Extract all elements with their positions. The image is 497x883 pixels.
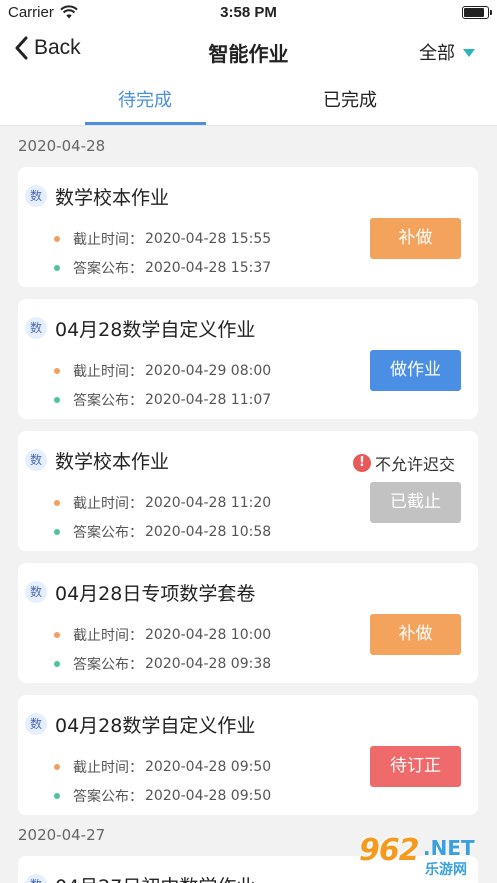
homework-title: 04月28日专项数学套卷 xyxy=(55,583,256,605)
deadline-label: 截止时间： xyxy=(73,364,143,380)
orange-dot-icon xyxy=(54,368,60,374)
answer-label: 答案公布： xyxy=(73,525,143,541)
answer-value: 2020-04-28 10:58 xyxy=(145,524,272,540)
active-tab-indicator xyxy=(85,122,206,125)
back-button[interactable]: Back xyxy=(14,36,81,60)
orange-dot-icon xyxy=(54,632,60,638)
answer-value: 2020-04-28 11:07 xyxy=(145,392,272,408)
deadline-value: 2020-04-28 11:20 xyxy=(145,495,272,511)
tab-bar: 待完成 已完成 xyxy=(0,78,497,126)
chevron-left-icon xyxy=(15,36,28,60)
site-watermark-logo: 962 .NET 乐游网 xyxy=(359,833,475,878)
deadline-row: 截止时间： 2020-04-28 10:00 xyxy=(54,625,271,645)
tab-completed[interactable]: 已完成 xyxy=(250,78,450,126)
battery-icon xyxy=(462,6,492,19)
math-subject-icon: 数 xyxy=(25,449,47,471)
answer-row: 答案公布： 2020-04-28 09:50 xyxy=(54,786,271,806)
deadline-row: 截止时间： 2020-04-28 09:50 xyxy=(54,757,271,777)
triangle-down-icon xyxy=(463,49,475,57)
deadline-label: 截止时间： xyxy=(73,496,143,512)
green-dot-icon xyxy=(54,661,60,667)
homework-title: 04月28数学自定义作业 xyxy=(55,715,256,737)
homework-title: 04月28数学自定义作业 xyxy=(55,319,256,341)
filter-label: 全部 xyxy=(419,43,455,64)
answer-row: 答案公布： 2020-04-28 11:07 xyxy=(54,390,271,410)
answer-label: 答案公布： xyxy=(73,261,143,277)
answer-label: 答案公布： xyxy=(73,657,143,673)
late-notice-text: 不允许迟交 xyxy=(375,455,456,474)
math-subject-icon: 数 xyxy=(25,874,47,883)
to-correct-button[interactable]: 待订正 xyxy=(370,746,461,787)
deadline-row: 截止时间： 2020-04-28 15:55 xyxy=(54,229,271,249)
back-label: Back xyxy=(34,36,81,59)
orange-dot-icon xyxy=(54,764,60,770)
answer-label: 答案公布： xyxy=(73,789,143,805)
orange-dot-icon xyxy=(54,500,60,506)
answer-row: 答案公布： 2020-04-28 15:37 xyxy=(54,258,271,278)
homework-card[interactable]: 数 04月28数学自定义作业 截止时间： 2020-04-29 08:00 答案… xyxy=(18,299,478,419)
filter-dropdown[interactable]: 全部 xyxy=(419,39,475,65)
deadline-value: 2020-04-28 15:55 xyxy=(145,231,272,247)
homework-card[interactable]: 数 04月28数学自定义作业 截止时间： 2020-04-28 09:50 答案… xyxy=(18,695,478,815)
answer-value: 2020-04-28 09:38 xyxy=(145,656,272,672)
deadline-value: 2020-04-28 10:00 xyxy=(145,627,272,643)
tab-pending[interactable]: 待完成 xyxy=(45,78,245,126)
homework-card[interactable]: 数 04月28日专项数学套卷 截止时间： 2020-04-28 10:00 答案… xyxy=(18,563,478,683)
late-notice: ! 不允许迟交 xyxy=(353,451,455,475)
makeup-button[interactable]: 补做 xyxy=(370,614,461,655)
green-dot-icon xyxy=(54,529,60,535)
exclamation-icon: ! xyxy=(353,454,371,472)
green-dot-icon xyxy=(54,265,60,271)
homework-card[interactable]: 数 数学校本作业 截止时间： 2020-04-28 15:55 答案公布： 20… xyxy=(18,167,478,287)
deadline-label: 截止时间： xyxy=(73,628,143,644)
deadline-row: 截止时间： 2020-04-29 08:00 xyxy=(54,361,271,381)
clock: 3:58 PM xyxy=(220,4,277,21)
answer-value: 2020-04-28 09:50 xyxy=(145,788,272,804)
green-dot-icon xyxy=(54,397,60,403)
makeup-button[interactable]: 补做 xyxy=(370,218,461,259)
expired-button[interactable]: 已截止 xyxy=(370,482,461,523)
homework-title: 数学校本作业 xyxy=(55,187,170,209)
deadline-label: 截止时间： xyxy=(73,232,143,248)
math-subject-icon: 数 xyxy=(25,317,47,339)
green-dot-icon xyxy=(54,793,60,799)
math-subject-icon: 数 xyxy=(25,713,47,735)
navigation-bar: Back 智能作业 全部 xyxy=(0,26,497,78)
math-subject-icon: 数 xyxy=(25,581,47,603)
answer-value: 2020-04-28 15:37 xyxy=(145,260,272,276)
do-homework-button[interactable]: 做作业 xyxy=(370,350,461,391)
answer-label: 答案公布： xyxy=(73,393,143,409)
math-subject-icon: 数 xyxy=(25,185,47,207)
date-header: 2020-04-28 xyxy=(18,137,106,155)
status-bar: Carrier 3:58 PM xyxy=(0,0,497,26)
deadline-label: 截止时间： xyxy=(73,760,143,776)
answer-row: 答案公布： 2020-04-28 09:38 xyxy=(54,654,271,674)
deadline-value: 2020-04-28 09:50 xyxy=(145,759,272,775)
deadline-value: 2020-04-29 08:00 xyxy=(145,363,272,379)
date-header: 2020-04-27 xyxy=(18,826,106,844)
homework-title: 04月27日初中数学作业 xyxy=(55,872,255,883)
orange-dot-icon xyxy=(54,236,60,242)
homework-title: 数学校本作业 xyxy=(55,451,170,473)
answer-row: 答案公布： 2020-04-28 10:58 xyxy=(54,522,271,542)
deadline-row: 截止时间： 2020-04-28 11:20 xyxy=(54,493,271,513)
homework-card[interactable]: 数 数学校本作业 ! 不允许迟交 截止时间： 2020-04-28 11:20 … xyxy=(18,431,478,551)
